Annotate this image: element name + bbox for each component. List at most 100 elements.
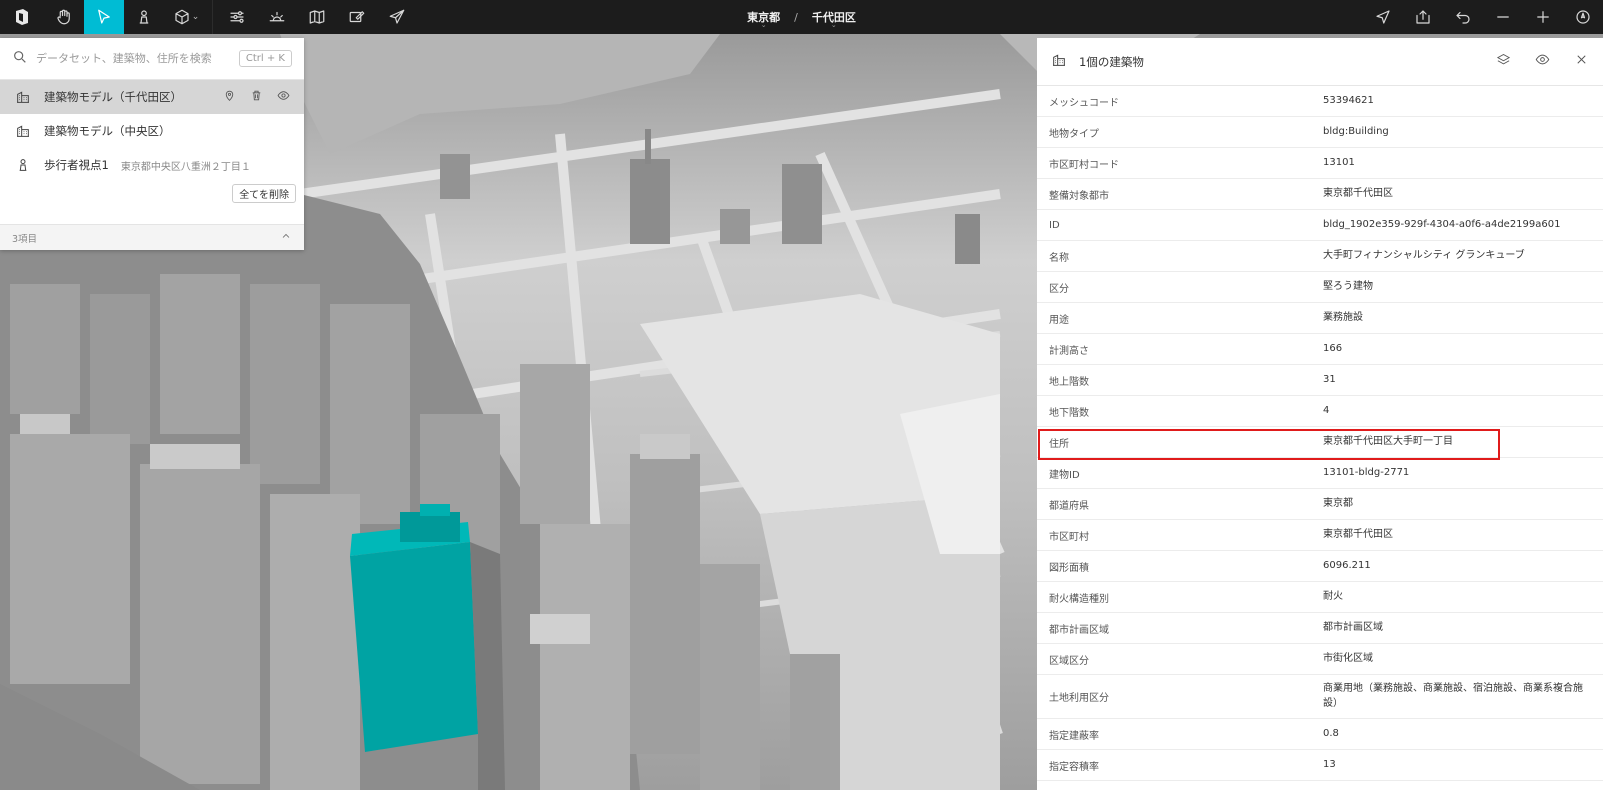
- breadcrumb-ward[interactable]: 千代田区 ⌄: [812, 9, 856, 29]
- attribute-row: 計測高さ 166: [1037, 334, 1603, 365]
- layer-panel-footer[interactable]: 3項目: [0, 224, 304, 250]
- attribute-row: 都道府県 東京都: [1037, 489, 1603, 520]
- attribute-value: bldg_1902e359-929f-4304-a0f6-a4de2199a60…: [1323, 218, 1561, 230]
- map-icon[interactable]: [297, 0, 337, 34]
- attribute-row: 地物タイプ bldg:Building: [1037, 117, 1603, 148]
- zoom-out-icon[interactable]: [1483, 0, 1523, 34]
- layer-actions: [223, 89, 290, 105]
- layer-item-chiyoda-buildings[interactable]: 建築物モデル（千代田区）: [0, 80, 304, 114]
- attribute-value: 都市計画区域: [1323, 621, 1383, 633]
- logo-icon[interactable]: [0, 0, 44, 34]
- attribute-key: 市区町村コード: [1049, 159, 1119, 171]
- sun-icon[interactable]: [257, 0, 297, 34]
- eye-icon[interactable]: [1535, 52, 1550, 71]
- attribute-row: 市区町村コード 13101: [1037, 148, 1603, 179]
- attribute-key: 図形面積: [1049, 562, 1089, 574]
- layer-item-chuo-buildings[interactable]: 建築物モデル（中央区）: [0, 114, 304, 148]
- attribute-row: 耐火構造種別 耐火: [1037, 582, 1603, 613]
- attribute-value: bldg:Building: [1323, 125, 1389, 137]
- search-shortcut-hint: Ctrl + K: [238, 50, 292, 67]
- building-icon: [14, 122, 32, 140]
- layers-icon[interactable]: [1496, 52, 1511, 71]
- building-icon: [14, 88, 32, 106]
- attribute-row: 地上階数 31: [1037, 365, 1603, 396]
- search-icon: [12, 49, 28, 69]
- attribute-row: 地下階数 4: [1037, 396, 1603, 427]
- chevron-up-icon[interactable]: [280, 230, 292, 245]
- delete-all-button[interactable]: 全てを削除: [232, 184, 296, 203]
- attribute-key: 計測高さ: [1049, 345, 1089, 357]
- attribute-value: 53394621: [1323, 94, 1374, 106]
- attribute-value: 市街化区域: [1323, 652, 1373, 664]
- paper-plane-icon[interactable]: [377, 0, 417, 34]
- attribute-value: 東京都: [1323, 497, 1353, 509]
- layer-item-pedestrian-view[interactable]: 歩行者視点1 東京都中央区八重洲２丁目１: [0, 148, 304, 182]
- attribute-key: 用途: [1049, 314, 1069, 326]
- attribute-value: 東京都千代田区: [1323, 187, 1393, 199]
- share-icon[interactable]: [1403, 0, 1443, 34]
- attribute-row: 都市計画区域 都市計画区域: [1037, 613, 1603, 644]
- trash-icon[interactable]: [250, 89, 263, 105]
- attribute-row: 指定建蔽率 0.8: [1037, 719, 1603, 750]
- select-arrow-icon[interactable]: [84, 0, 124, 34]
- attribute-row: メッシュコード 53394621: [1037, 86, 1603, 117]
- attribute-row: ID bldg_1902e359-929f-4304-a0f6-a4de2199a…: [1037, 210, 1603, 241]
- attribute-value: 東京都千代田区大手町一丁目: [1323, 435, 1453, 447]
- pedestrian-icon[interactable]: [124, 0, 164, 34]
- attribute-key: 土地利用区分: [1049, 693, 1109, 704]
- delete-row: 全てを削除: [0, 182, 304, 208]
- sliders-icon[interactable]: [217, 0, 257, 34]
- breadcrumb-prefecture[interactable]: 東京都 ⌄: [747, 9, 780, 29]
- inspector-title: 1個の建築物: [1079, 54, 1144, 69]
- attribute-key: 建物ID: [1049, 469, 1080, 481]
- attribute-key: 指定建蔽率: [1049, 730, 1099, 742]
- attribute-row: 整備対象都市 東京都千代田区: [1037, 179, 1603, 210]
- inspector-actions: [1496, 52, 1589, 71]
- layer-item-label: 建築物モデル（中央区）: [44, 124, 171, 138]
- attribute-value: 6096.211: [1323, 559, 1371, 571]
- attribute-key: 都道府県: [1049, 500, 1089, 512]
- top-toolbar: ⌄ 東京都 ⌄ / 千代田区 ⌄: [0, 0, 1603, 34]
- attribute-key: メッシュコード: [1049, 97, 1119, 109]
- attribute-row: 建物ID 13101-bldg-2771: [1037, 458, 1603, 489]
- chevron-down-icon: ⌄: [191, 12, 200, 22]
- attribute-row: 用途 業務施設: [1037, 303, 1603, 334]
- hand-icon[interactable]: [44, 0, 84, 34]
- undo-icon[interactable]: [1443, 0, 1483, 34]
- cube-icon[interactable]: ⌄: [164, 0, 208, 34]
- zoom-in-icon[interactable]: [1523, 0, 1563, 34]
- chevron-down-icon: ⌄: [760, 21, 767, 29]
- compass-icon[interactable]: [1563, 0, 1603, 34]
- attribute-key: 住所: [1049, 438, 1069, 450]
- layer-count: 3項目: [12, 233, 38, 245]
- close-icon[interactable]: [1574, 52, 1589, 71]
- location-pin-icon[interactable]: [223, 89, 236, 105]
- attribute-value: 堅ろう建物: [1323, 280, 1373, 292]
- breadcrumb-separator: /: [794, 10, 798, 24]
- eye-icon[interactable]: [277, 89, 290, 105]
- selected-building: [350, 542, 478, 752]
- attribute-value: 耐火: [1323, 590, 1343, 602]
- attribute-value: 大手町フィナンシャルシティ グランキューブ: [1323, 249, 1525, 261]
- layer-item-label: 歩行者視点1: [44, 158, 109, 172]
- breadcrumb: 東京都 ⌄ / 千代田区 ⌄: [747, 0, 856, 34]
- layer-item-sublabel: 東京都中央区八重洲２丁目１: [120, 161, 251, 173]
- inspector-header: 1個の建築物: [1037, 38, 1603, 86]
- attribute-row: 市区町村 東京都千代田区: [1037, 520, 1603, 551]
- search-input[interactable]: [36, 52, 239, 65]
- toolbar-divider: [212, 0, 213, 34]
- navigate-icon[interactable]: [1363, 0, 1403, 34]
- attribute-row: 図形面積 6096.211: [1037, 551, 1603, 582]
- attribute-row: 区域区分 市街化区域: [1037, 644, 1603, 675]
- attribute-row: 土地利用区分 商業用地（業務施設、商業施設、宿泊施設、商業系複合施設）: [1037, 675, 1603, 719]
- search-bar: Ctrl + K: [0, 38, 304, 80]
- attribute-value: 31: [1323, 373, 1336, 385]
- attribute-key: 地物タイプ: [1049, 128, 1099, 140]
- attribute-value: 166: [1323, 342, 1343, 354]
- inspector-panel: 1個の建築物 メッシュコード 53394621 地物タイプ bldg:Buildin…: [1037, 38, 1603, 790]
- attribute-row: 区分 堅ろう建物: [1037, 272, 1603, 303]
- attribute-value: 13101: [1323, 156, 1355, 168]
- attribute-row: 指定容積率 13: [1037, 750, 1603, 781]
- attribute-value: 13: [1323, 758, 1336, 770]
- sketch-icon[interactable]: [337, 0, 377, 34]
